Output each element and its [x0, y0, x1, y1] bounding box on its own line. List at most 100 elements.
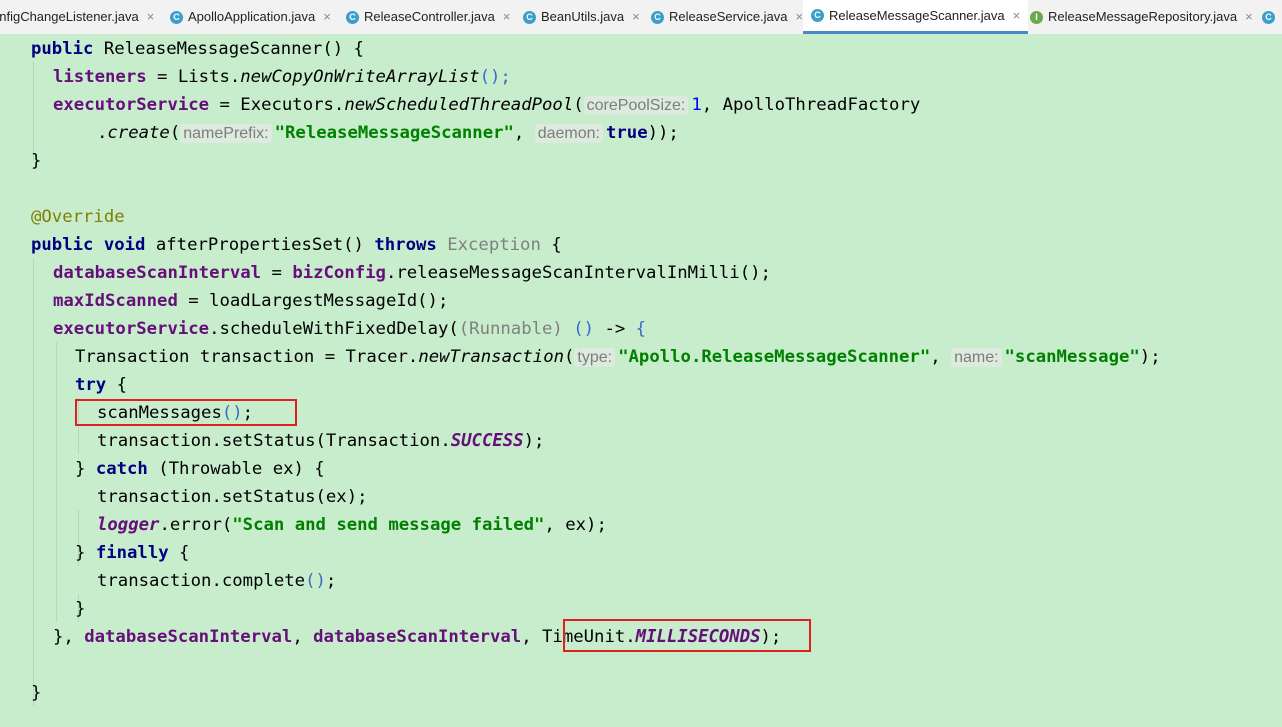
keyword: true [606, 123, 648, 143]
class-icon: C [1262, 10, 1275, 24]
punctuation: } [75, 459, 96, 479]
close-icon[interactable]: × [796, 0, 804, 34]
static-method: create [107, 123, 170, 143]
code-line[interactable]: executorService.scheduleWithFixedDelay((… [53, 315, 646, 343]
static-field: logger [97, 515, 160, 535]
keyword: try [75, 375, 107, 395]
keyword: public [31, 39, 94, 59]
number-literal: 1 [691, 95, 702, 115]
punctuation: () [305, 571, 326, 591]
code-line[interactable]: try { [75, 371, 127, 399]
tab-label: BeanUtils.java [541, 9, 625, 24]
tab-config-change-listener[interactable]: onfigChangeListener.java × [0, 0, 154, 34]
punctuation: ( [169, 123, 181, 143]
field: executorService [53, 319, 210, 339]
code-text: , ex); [544, 515, 607, 535]
close-icon[interactable]: × [1245, 0, 1253, 34]
punctuation: () [573, 319, 595, 339]
method-call: .releaseMessageScanIntervalInMilli [385, 263, 740, 283]
annotation: @Override [31, 207, 125, 227]
tab-release-message-repository[interactable]: I ReleaseMessageRepository.java × [1030, 0, 1253, 34]
code-line[interactable]: } catch (Throwable ex) { [75, 455, 325, 483]
editor-tab-bar: onfigChangeListener.java × C ApolloAppli… [0, 0, 1282, 35]
close-icon[interactable]: × [147, 0, 155, 34]
interface-icon: I [1030, 10, 1043, 24]
code-line[interactable]: logger.error("Scan and send message fail… [97, 511, 607, 539]
code-line[interactable]: executorService = Executors.newScheduled… [53, 91, 920, 119]
method-call: .error( [159, 515, 233, 535]
close-icon[interactable]: × [1013, 0, 1021, 33]
identifier: ReleaseMessageScanner [93, 39, 323, 59]
tab-label: ReleaseService.java [669, 9, 788, 24]
parameter-hint: name: [951, 348, 1002, 367]
code-line[interactable]: databaseScanInterval = bizConfig.release… [53, 259, 771, 287]
class-icon: C [651, 10, 664, 24]
identifier: afterPropertiesSet() [145, 235, 375, 255]
code-text: transaction.setStatus(Transaction. [97, 431, 451, 451]
tab-apollo-application[interactable]: C ApolloApplication.java × [170, 0, 331, 34]
code-line[interactable]: public ReleaseMessageScanner() { [31, 35, 364, 63]
tab-release-controller[interactable]: C ReleaseController.java × [346, 0, 510, 34]
class-icon: C [811, 9, 824, 22]
punctuation: , [521, 627, 543, 647]
code-line[interactable]: } [31, 679, 41, 707]
field: executorService [53, 95, 210, 115]
parameter-hint: corePoolSize: [583, 96, 689, 115]
punctuation: { [635, 319, 647, 339]
punctuation: ( [573, 95, 584, 115]
highlight-box-scan-messages [75, 399, 297, 426]
field: databaseScanInterval [313, 627, 522, 647]
punctuation: } [31, 151, 42, 171]
close-icon[interactable]: × [632, 0, 640, 34]
code-line[interactable]: } [31, 147, 41, 175]
tab-label: ReleaseController.java [364, 9, 495, 24]
punctuation: (); [739, 263, 771, 283]
punctuation: { [106, 375, 128, 395]
code-line[interactable]: public void afterPropertiesSet() throws … [31, 231, 562, 259]
close-icon[interactable]: × [503, 0, 511, 34]
parameter-hint: type: [574, 348, 616, 367]
field: listeners [53, 67, 147, 87]
code-line[interactable]: } [75, 595, 85, 623]
lambda-arrow: -> [594, 319, 636, 339]
code-line[interactable]: @Override [31, 203, 125, 231]
tab-release-message-scanner[interactable]: C ReleaseMessageScanner.java × [803, 0, 1029, 34]
static-method: newCopyOnWriteArrayList [240, 67, 480, 87]
close-icon[interactable]: × [323, 0, 331, 34]
code-editor[interactable]: public ReleaseMessageScanner() { listene… [0, 34, 1282, 727]
tab-bean-utils[interactable]: C BeanUtils.java × [523, 0, 640, 34]
tab-label: onfigChangeListener.java [0, 9, 139, 24]
redundant-cast: (Runnable) [458, 319, 563, 339]
code-line[interactable]: transaction.complete(); [97, 567, 336, 595]
code-line[interactable]: .create(namePrefix: "ReleaseMessageScanne… [97, 119, 679, 147]
keyword: throws [374, 235, 437, 255]
parameter-hint: namePrefix: [180, 124, 272, 143]
code-text: , ApolloThreadFactory [701, 95, 921, 115]
punctuation: ; [325, 571, 337, 591]
code-text: = Lists. [146, 67, 241, 87]
code-text: = Executors. [209, 95, 345, 115]
indent-guide [56, 342, 57, 622]
tab-release-service[interactable]: C ReleaseService.java × [651, 0, 803, 34]
code-line[interactable]: Transaction transaction = Tracer.newTran… [75, 343, 1161, 371]
field: maxIdScanned [53, 291, 178, 311]
field: databaseScanInterval [84, 627, 293, 647]
keyword: public [31, 235, 94, 255]
code-line[interactable]: listeners = Lists.newCopyOnWriteArrayLis… [53, 63, 511, 91]
punctuation: } [75, 599, 86, 619]
code-line[interactable]: maxIdScanned = loadLargestMessageId(); [53, 287, 448, 315]
tab-label: ReleaseMessageScanner.java [829, 7, 1005, 23]
code-line[interactable]: } finally { [75, 539, 189, 567]
code-line[interactable]: transaction.setStatus(ex); [97, 483, 368, 511]
tab-overflow[interactable]: C [1262, 0, 1280, 34]
unused-type: Exception [447, 235, 541, 255]
parameter-hint: daemon: [534, 124, 603, 143]
spring-class-icon: C [170, 10, 183, 24]
punctuation: ); [523, 431, 545, 451]
string-literal: "Scan and send message failed" [232, 515, 545, 535]
method-call: .scheduleWithFixedDelay( [209, 319, 459, 339]
class-icon: C [523, 10, 536, 24]
code-line[interactable]: transaction.setStatus(Transaction.SUCCES… [97, 427, 544, 455]
keyword: catch [95, 459, 148, 479]
static-constant: SUCCESS [450, 431, 524, 451]
